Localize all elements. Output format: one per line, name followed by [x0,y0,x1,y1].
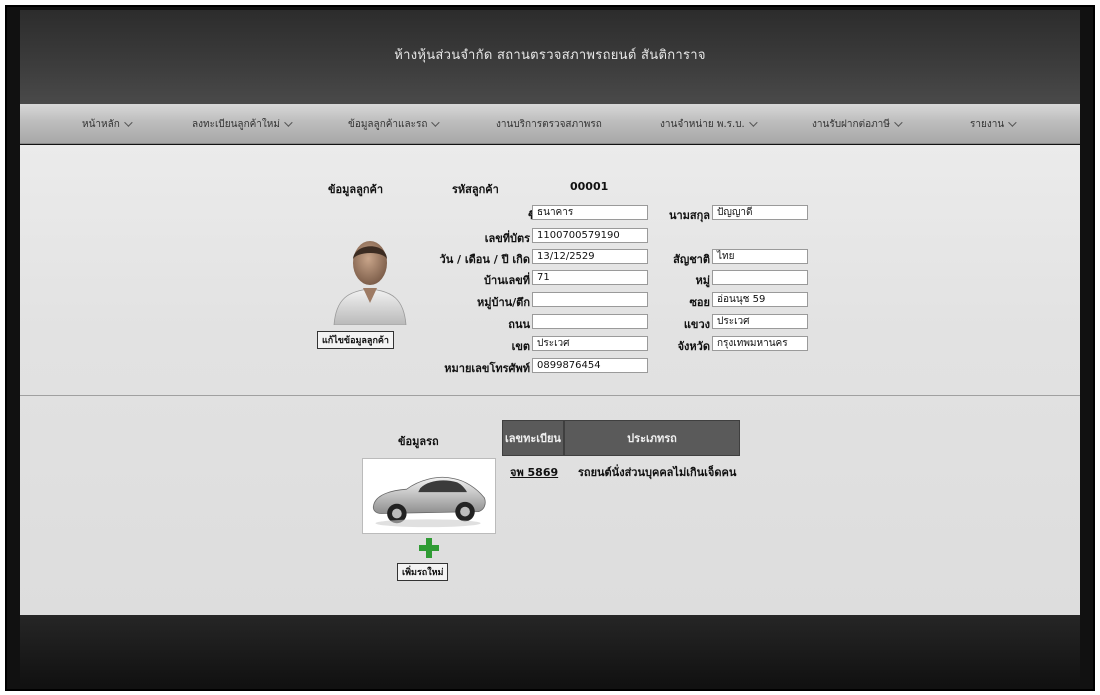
chevron-down-icon [1008,118,1017,127]
id-card-field[interactable]: 1100700579190 [532,228,648,243]
road-label: ถนน [508,318,530,331]
first-name-field[interactable]: ธนาคาร [532,205,648,220]
car-image [362,458,496,534]
chevron-down-icon [894,118,903,127]
customer-section-label: ข้อมูลลูกค้า [328,183,384,196]
page-title: ห้างหุ้นส่วนจำกัด สถานตรวจสภาพรถยนต์ สัน… [394,48,706,63]
main-content: ข้อมูลลูกค้า รหัสลูกค้า 00001 แก้ไขข้อมู… [20,145,1080,615]
vehicle-section-label: ข้อมูลรถ [398,435,439,448]
moo-label: หมู่ [695,274,710,287]
edit-customer-button[interactable]: แก้ไขข้อมูลลูกค้า [317,331,394,349]
section-divider [20,395,1080,396]
main-navigation: หน้าหลัก ลงทะเบียนลูกค้าใหม่ ข้อมูลลูกค้… [20,104,1080,144]
district-label: เขต [511,340,530,353]
add-vehicle-button[interactable]: เพิ่มรถใหม่ [397,563,449,581]
chevron-down-icon [431,118,441,127]
house-no-label: บ้านเลขที่ [484,274,530,287]
nav-item-customer-data[interactable]: ข้อมูลลูกค้าและรถ [348,117,441,132]
customer-code-value: 00001 [570,180,609,193]
last-name-label: นามสกุล [668,209,710,222]
vehicle-type-value: รถยนต์นั่งส่วนบุคคลไม่เกินเจ็ดคน [578,466,737,479]
id-card-label: เลขที่บัตร [484,232,530,245]
vehicle-table-header-type: ประเภทรถ [564,420,740,456]
subdistrict-label: แขวง [683,318,710,331]
nav-item-register-customer[interactable]: ลงทะเบียนลูกค้าใหม่ [192,117,293,132]
nav-item-home[interactable]: หน้าหลัก [82,117,133,132]
birthdate-label: วัน / เดือน / ปี เกิด [439,253,530,266]
province-label: จังหวัด [677,340,710,353]
footer-bar [20,615,1080,685]
district-field[interactable]: ประเวศ [532,336,648,351]
village-label: หมู่บ้าน/ตึก [476,296,530,309]
phone-label: หมายเลขโทรศัพท์ [444,362,530,375]
chevron-down-icon [123,118,133,127]
customer-code-label: รหัสลูกค้า [452,183,499,196]
nav-item-insurance-sales[interactable]: งานจำหน่าย พ.ร.บ. [660,117,758,132]
village-field[interactable] [532,292,648,307]
last-name-field[interactable]: ปัญญาดี [712,205,808,220]
first-name-label: ชื่อ [450,206,542,224]
nav-item-reports[interactable]: รายงาน [970,117,1017,132]
vehicle-table-header-plate: เลขทะเบียน [502,420,564,456]
soi-label: ซอย [689,296,710,309]
header-banner: ห้างหุ้นส่วนจำกัด สถานตรวจสภาพรถยนต์ สัน… [20,10,1080,105]
nationality-label: สัญชาติ [673,253,710,266]
nationality-field[interactable]: ไทย [712,249,808,264]
phone-field[interactable]: 0899876454 [532,358,648,373]
plus-icon[interactable] [418,537,440,559]
subdistrict-field[interactable]: ประเวศ [712,314,808,329]
soi-field[interactable]: อ่อนนุช 59 [712,292,808,307]
nav-item-tax-renewal[interactable]: งานรับฝากต่อภาษี [812,117,903,132]
vehicle-plate-link[interactable]: จพ 5869 [510,463,558,481]
road-field[interactable] [532,314,648,329]
birthdate-field[interactable]: 13/12/2529 [532,249,648,264]
house-no-field[interactable]: 71 [532,270,648,285]
nav-item-inspection-service[interactable]: งานบริการตรวจสภาพรถ [496,117,602,132]
chevron-down-icon [748,118,758,127]
chevron-down-icon [284,118,293,127]
user-avatar-icon [333,241,407,325]
province-field[interactable]: กรุงเทพมหานคร [712,336,808,351]
moo-field[interactable] [712,270,808,285]
